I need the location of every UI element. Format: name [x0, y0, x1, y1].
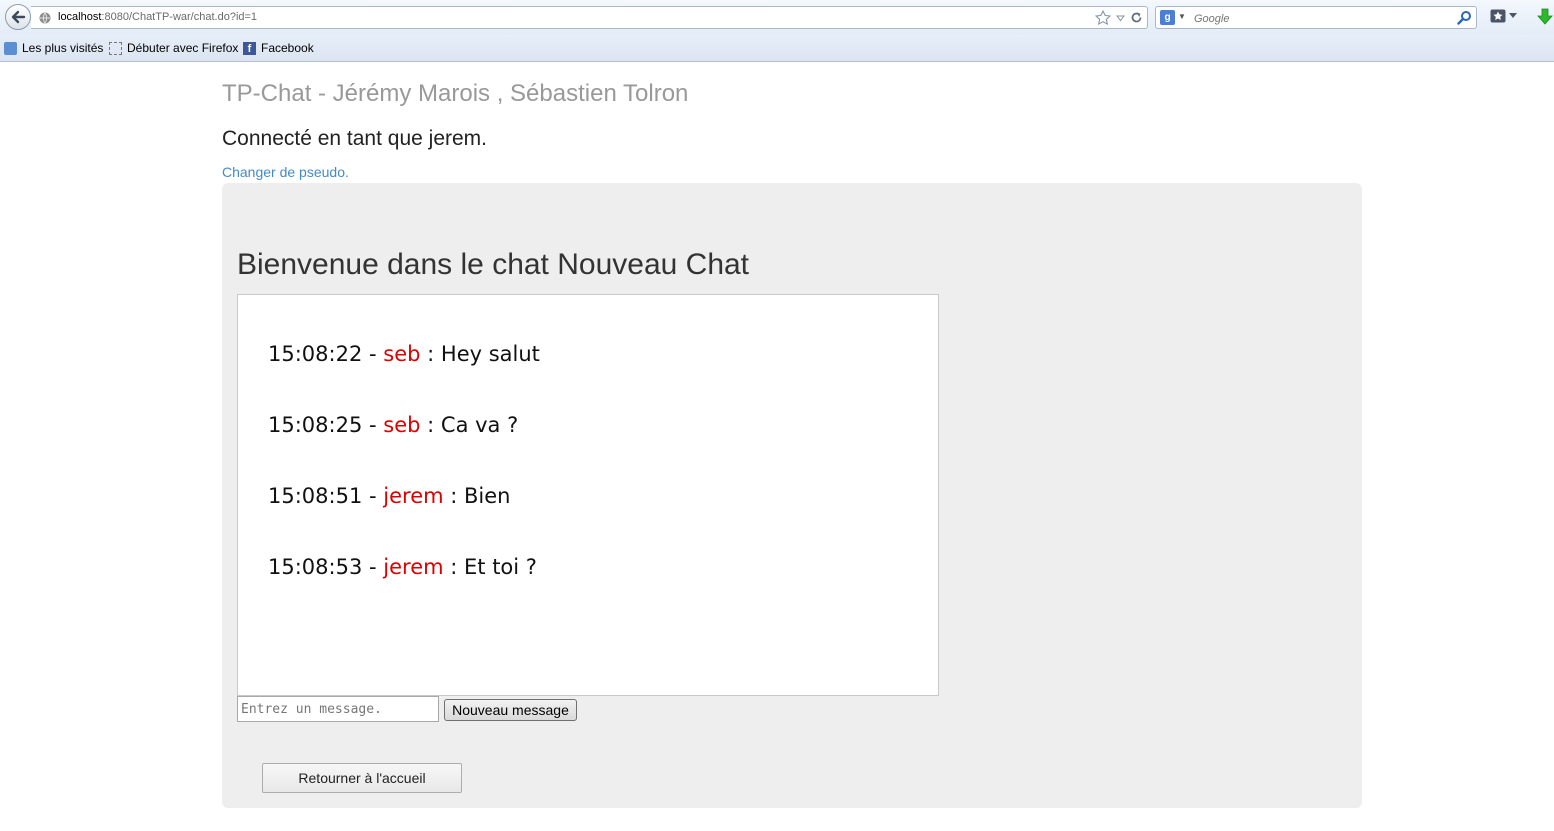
- most-visited-icon: [4, 41, 17, 55]
- back-button[interactable]: [5, 4, 31, 30]
- message-list: 15:08:22 - seb : Hey salut 15:08:25 - se…: [268, 341, 540, 625]
- message-author: jerem: [383, 555, 444, 579]
- chevron-down-icon[interactable]: [1116, 14, 1125, 22]
- address-bar[interactable]: localhost:8080/ChatTP-war/chat.do?id=1: [31, 6, 1148, 29]
- message-author: seb: [383, 413, 421, 437]
- download-arrow-icon[interactable]: [1537, 8, 1553, 25]
- chat-heading: Bienvenue dans le chat Nouveau Chat: [237, 248, 750, 281]
- browser-toolbar: localhost:8080/ChatTP-war/chat.do?id=1 g…: [0, 0, 1554, 35]
- blank-page-icon: [109, 41, 122, 55]
- message-text: Ca va ?: [440, 413, 519, 437]
- bookmark-getting-started[interactable]: Débuter avec Firefox: [109, 41, 238, 55]
- bookmark-label: Débuter avec Firefox: [127, 41, 239, 55]
- message-author: seb: [383, 342, 421, 366]
- bookmark-label: Les plus visités: [22, 41, 104, 55]
- message-author: jerem: [383, 484, 444, 508]
- globe-icon: [39, 12, 51, 24]
- bookmark-label: Facebook: [261, 41, 314, 55]
- bookmarks-toolbar: Les plus visités Débuter avec Firefox f …: [0, 35, 1554, 62]
- change-nickname-link[interactable]: Changer de pseudo.: [222, 164, 349, 180]
- star-icon[interactable]: [1095, 10, 1111, 25]
- site-title: TP-Chat - Jérémy Marois , Sébastien Tolr…: [222, 80, 689, 107]
- chevron-down-icon: [1509, 13, 1517, 18]
- caret-down-icon[interactable]: ▼: [1178, 12, 1186, 21]
- reload-icon[interactable]: [1130, 11, 1143, 24]
- message-text: Hey salut: [440, 342, 540, 366]
- message-time: 15:08:51: [268, 484, 363, 508]
- facebook-icon: f: [243, 41, 256, 55]
- message-text: Et toi ?: [464, 555, 537, 579]
- url-text: localhost:8080/ChatTP-war/chat.do?id=1: [58, 11, 258, 23]
- send-message-button[interactable]: Nouveau message: [444, 699, 577, 721]
- message-time: 15:08:22: [268, 342, 363, 366]
- message-time: 15:08:53: [268, 555, 363, 579]
- back-arrow-icon: [11, 10, 26, 24]
- chat-message: 15:08:53 - jerem : Et toi ?: [268, 555, 537, 579]
- message-time: 15:08:25: [268, 413, 363, 437]
- message-box[interactable]: 15:08:22 - seb : Hey salut 15:08:25 - se…: [237, 294, 939, 696]
- chat-message: 15:08:25 - seb : Ca va ?: [268, 413, 519, 437]
- google-icon[interactable]: g: [1160, 10, 1175, 25]
- chat-message: 15:08:51 - jerem : Bien: [268, 484, 511, 508]
- chat-message: 15:08:22 - seb : Hey salut: [268, 342, 540, 366]
- connected-status: Connecté en tant que jerem.: [222, 127, 488, 150]
- bookmark-most-visited[interactable]: Les plus visités: [4, 41, 103, 55]
- bookmarks-icon: [1490, 9, 1506, 23]
- search-input[interactable]: [1192, 9, 1456, 28]
- message-text: Bien: [464, 484, 511, 508]
- magnifier-icon[interactable]: [1457, 10, 1472, 25]
- search-bar[interactable]: g ▼: [1155, 6, 1477, 29]
- bookmark-facebook[interactable]: f Facebook: [243, 41, 314, 55]
- chat-panel: Bienvenue dans le chat Nouveau Chat 15:0…: [222, 183, 1362, 808]
- back-to-home-button[interactable]: Retourner à l'accueil: [262, 763, 462, 793]
- message-input[interactable]: [237, 696, 439, 722]
- bookmarks-menu-button[interactable]: [1490, 9, 1517, 23]
